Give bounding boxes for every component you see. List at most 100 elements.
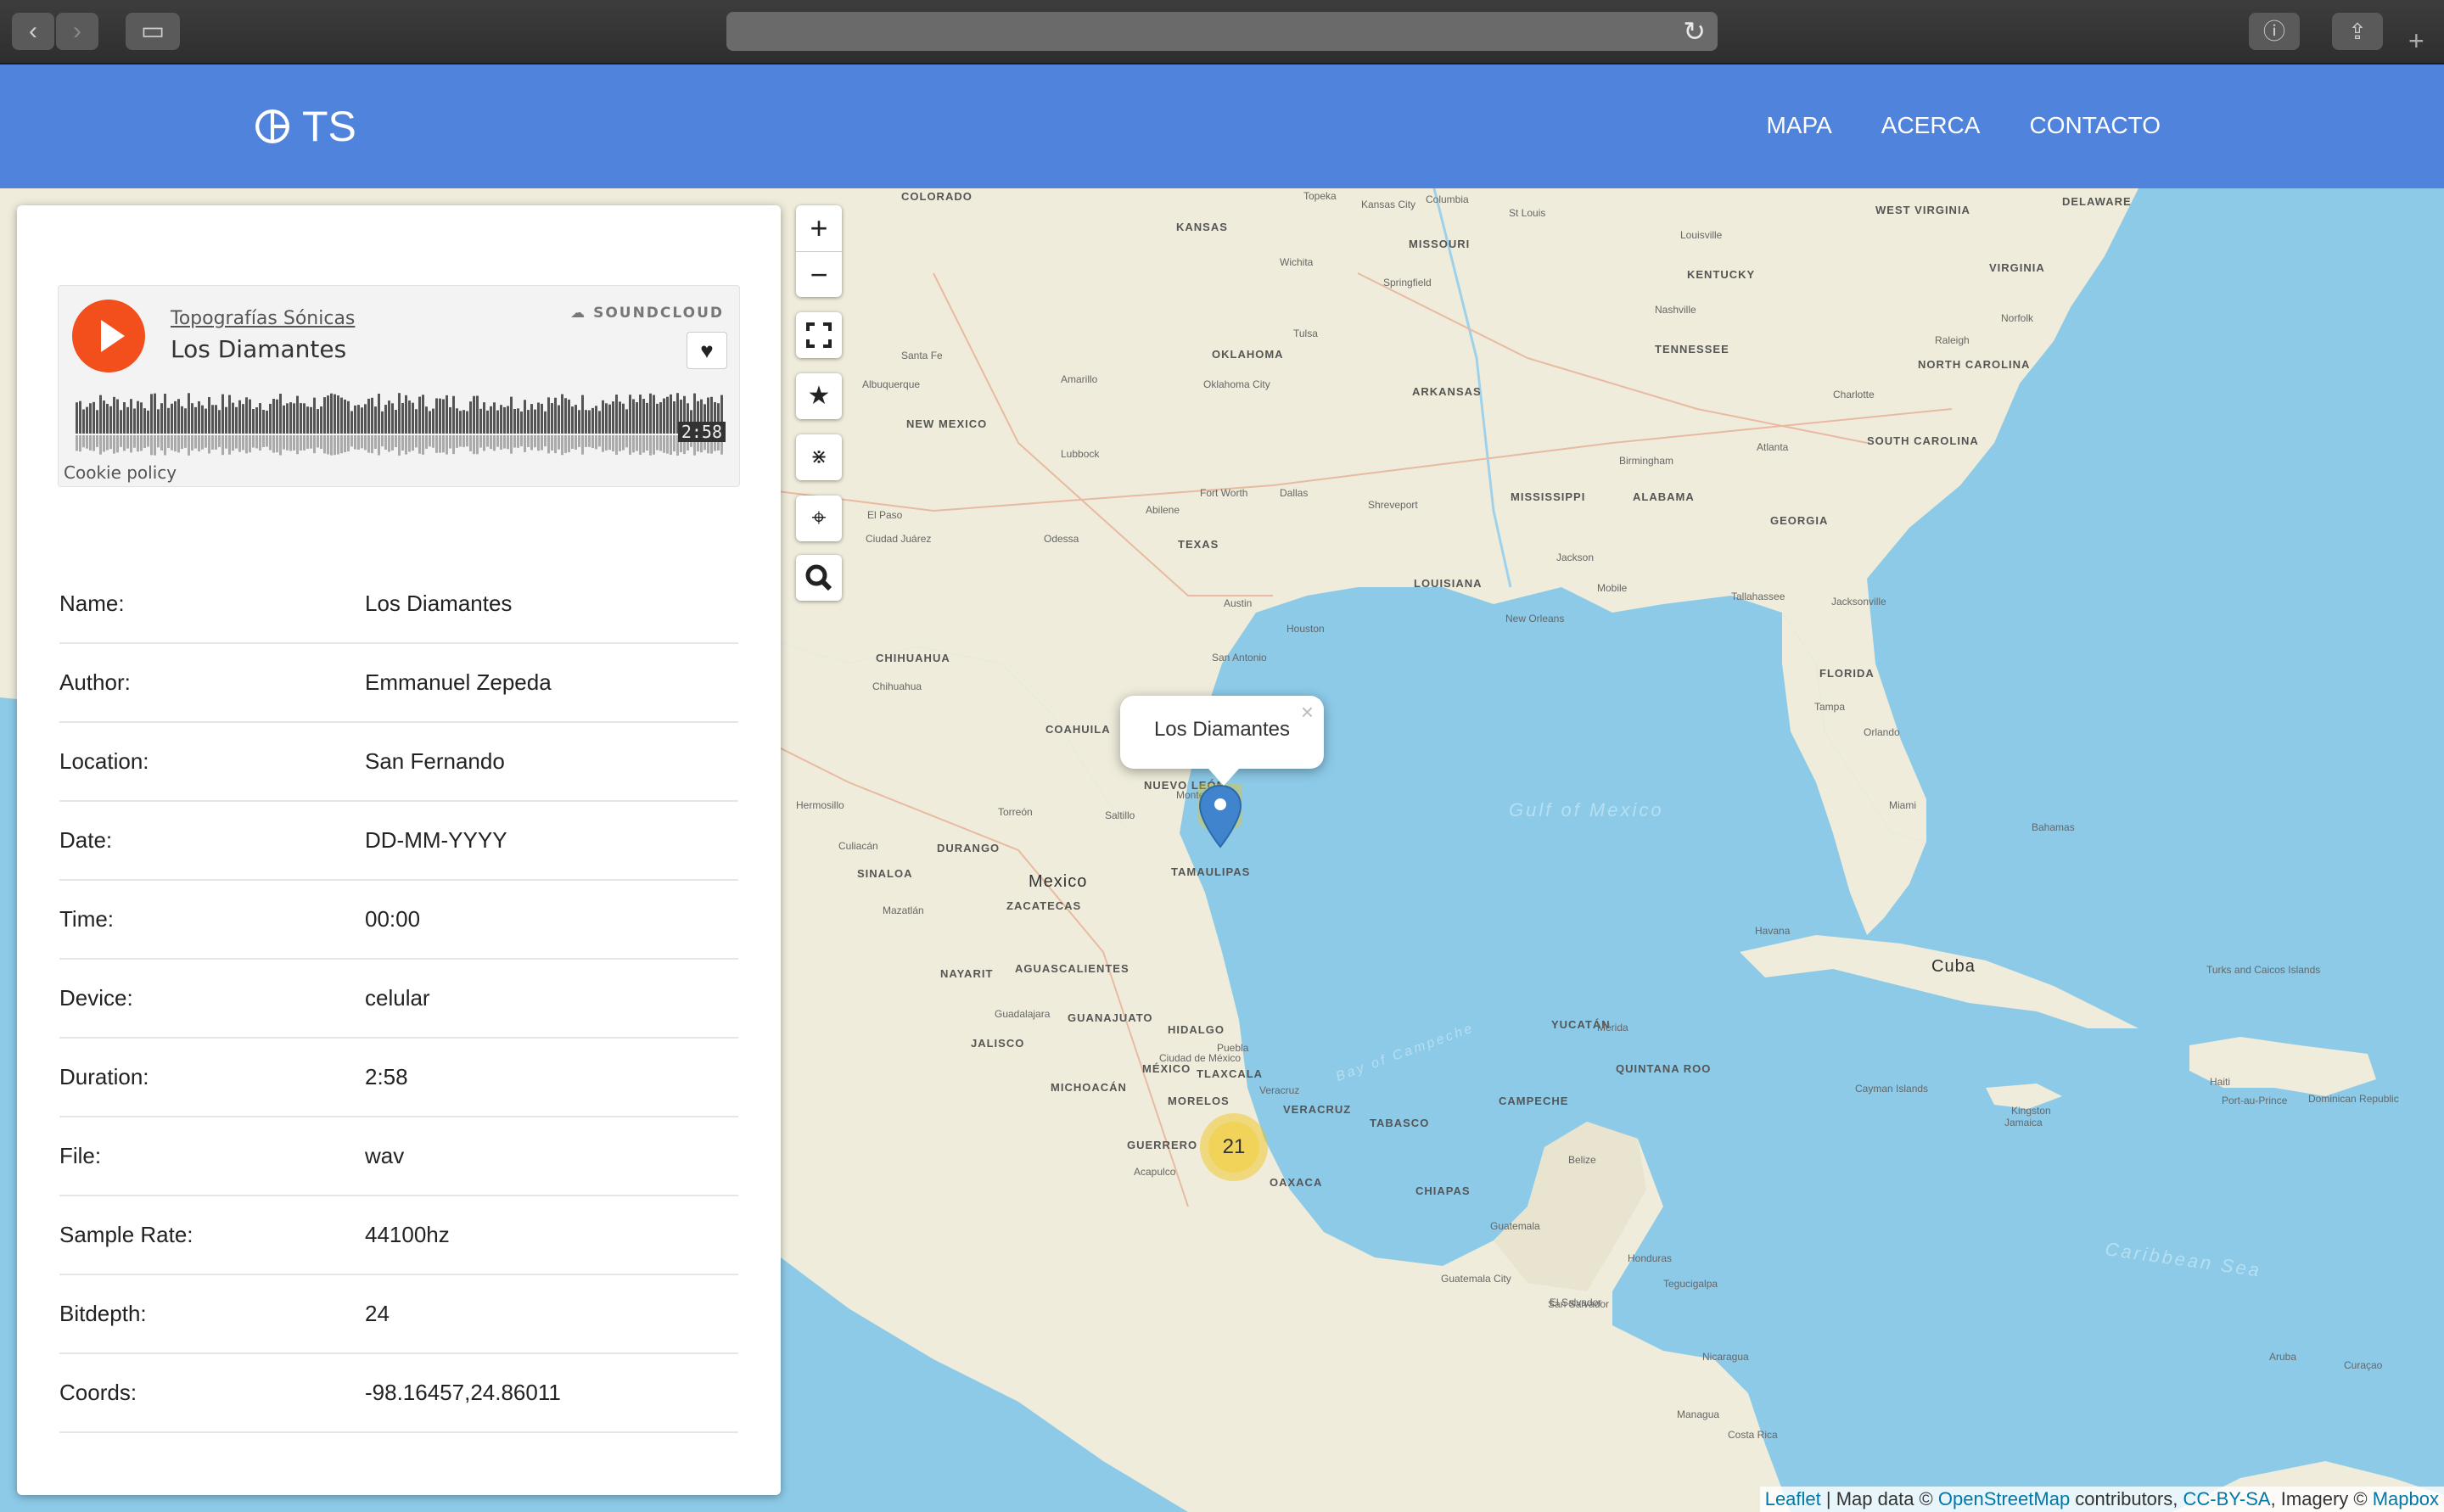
osm-link[interactable]: OpenStreetMap [1938, 1488, 2070, 1509]
city-label: Tallahassee [1731, 591, 1785, 602]
detail-label: Date: [59, 801, 365, 881]
region-label: FLORIDA [1819, 667, 1875, 680]
waveform-bar [164, 393, 166, 434]
new-tab-icon[interactable]: + [2408, 25, 2424, 57]
waveform-reflection [415, 435, 418, 448]
region-label: MISSISSIPPI [1511, 490, 1586, 503]
table-row: Name: Los Diamantes [59, 565, 738, 644]
search-button[interactable] [796, 555, 842, 601]
detail-value: 24 [365, 1274, 738, 1354]
waveform-reflection [642, 435, 645, 453]
heart-icon: ♥ [700, 338, 714, 363]
play-button[interactable] [72, 300, 145, 372]
detail-label: Device: [59, 959, 365, 1039]
waveform-bar [524, 400, 526, 434]
region-label: DELAWARE [2062, 195, 2132, 208]
nav-contacto[interactable]: CONTACTO [2029, 112, 2161, 139]
waveform-reflection [608, 435, 611, 451]
map-marker-icon[interactable] [1198, 784, 1242, 848]
nav-mapa[interactable]: MAPA [1766, 112, 1831, 139]
city-label: Hermosillo [796, 799, 844, 811]
waveform-reflection [337, 435, 339, 455]
waveform-reflection [262, 435, 265, 447]
waveform-bar [425, 406, 428, 434]
favorites-button[interactable]: ★ [796, 373, 842, 419]
waveform-reflection [221, 435, 224, 456]
sea-label-gulf: Gulf of Mexico [1509, 799, 1664, 820]
player-track-title[interactable]: Los Diamantes [171, 335, 346, 363]
zoom-in-button[interactable]: + [796, 205, 842, 252]
waveform-reflection [82, 435, 85, 448]
address-bar[interactable]: ↻ [726, 12, 1718, 51]
site-logo[interactable]: TS [255, 102, 356, 151]
waveform[interactable] [76, 393, 724, 461]
waveform-reflection [401, 435, 404, 451]
waveform-bar [398, 393, 401, 434]
detail-label: Time: [59, 880, 365, 960]
marker-popup: Los Diamantes × [1120, 696, 1324, 786]
table-row: Device: celular [59, 959, 738, 1039]
nav-acerca[interactable]: ACERCA [1881, 112, 1981, 139]
city-label: Dallas [1280, 487, 1309, 499]
crosshair-icon: ⌖ [811, 504, 827, 532]
forward-button[interactable]: › [56, 13, 98, 50]
waveform-reflection [306, 435, 309, 449]
waveform-reflection [344, 435, 346, 453]
soundcloud-logo[interactable]: ☁ SOUNDCLOUD [570, 305, 724, 322]
place-label: Belize [1568, 1154, 1596, 1166]
waveform-reflection [493, 435, 496, 451]
waveform-reflection [255, 435, 258, 449]
waveform-bar [347, 400, 350, 434]
waveform-bar [449, 406, 451, 434]
region-label: ARKANSAS [1412, 385, 1482, 398]
place-label: Aruba [2269, 1351, 2297, 1363]
detail-label: Name: [59, 565, 365, 644]
license-link[interactable]: CC-BY-SA [2183, 1488, 2270, 1509]
info-icon[interactable]: ⓘ [2249, 13, 2300, 50]
region-label: GUANAJUATO [1068, 1011, 1153, 1024]
city-label: Louisville [1680, 229, 1723, 241]
waveform-reflection [228, 435, 231, 455]
waveform-bar [452, 395, 455, 434]
zoom-out-button[interactable]: − [796, 252, 842, 298]
table-row: Sample Rate: 44100hz [59, 1196, 738, 1275]
waveform-bar [252, 409, 255, 434]
back-button[interactable]: ‹ [12, 13, 54, 50]
city-label: Acapulco [1134, 1166, 1176, 1178]
reload-icon[interactable]: ↻ [1683, 15, 1706, 48]
city-label: Torreón [998, 806, 1033, 818]
cookie-policy-link[interactable]: Cookie policy [64, 462, 177, 483]
player-artist-link[interactable]: Topografías Sónicas [171, 308, 355, 329]
share-icon[interactable]: ⇪ [2332, 13, 2383, 50]
region-label: TENNESSEE [1655, 343, 1729, 356]
waveform-reflection [520, 435, 523, 447]
waveform-reflection [670, 435, 672, 456]
mapbox-link[interactable]: Mapbox [2373, 1488, 2439, 1509]
detail-label: Bitdepth: [59, 1274, 365, 1354]
waveform-bar [198, 400, 200, 434]
fullscreen-button[interactable] [796, 312, 842, 358]
waveform-bar [320, 406, 322, 434]
waveform-reflection [541, 435, 543, 451]
waveform-reflection [79, 435, 81, 452]
waveform-bar [442, 399, 445, 434]
player-duration: 2:58 [677, 422, 726, 442]
like-button[interactable]: ♥ [687, 332, 727, 369]
waveform-reflection [639, 435, 642, 455]
detail-value: wav [365, 1117, 738, 1196]
locate-button[interactable]: ⌖ [796, 496, 842, 541]
waveform-bar [591, 407, 594, 434]
sidebar-toggle-icon[interactable]: ▭ [126, 13, 180, 50]
waveform-reflection [568, 435, 570, 453]
city-label: San Antonio [1212, 652, 1267, 664]
waveform-bar [235, 406, 238, 434]
layers-button[interactable]: ⋇ [796, 434, 842, 480]
waveform-bar [218, 410, 221, 434]
waveform-bar [194, 406, 197, 434]
marker-cluster[interactable]: 21 [1200, 1113, 1268, 1181]
waveform-reflection [483, 435, 485, 451]
popup-close-button[interactable]: × [1301, 699, 1314, 725]
waveform-bar [86, 406, 88, 434]
leaflet-link[interactable]: Leaflet [1765, 1488, 1821, 1509]
waveform-bar [313, 397, 316, 434]
